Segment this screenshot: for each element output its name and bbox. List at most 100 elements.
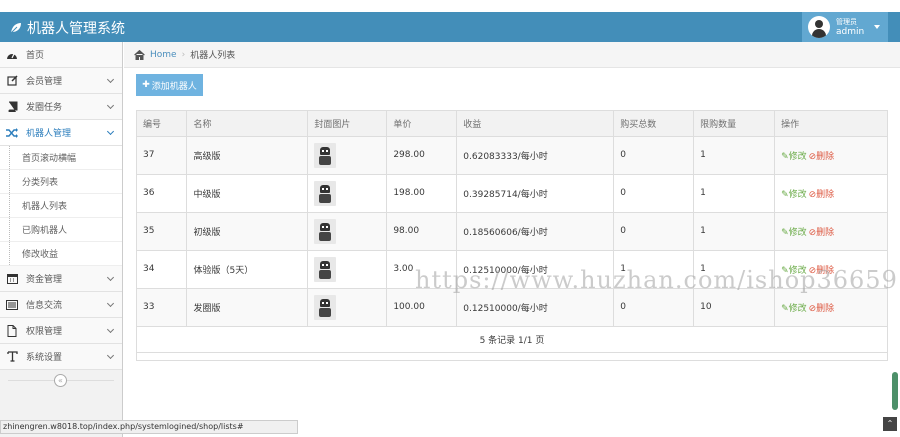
table-row: 37 高级版 298.00 0.62083333/每小时 0 1 ✎修改 ⊘删除: [137, 136, 888, 175]
edit-link[interactable]: ✎修改: [781, 190, 807, 200]
column-header: 限购数量: [693, 111, 776, 137]
column-header: 编号: [137, 111, 188, 137]
edit-link[interactable]: ✎修改: [781, 304, 807, 314]
sidebar-subitem-categories[interactable]: 分类列表: [0, 170, 122, 194]
status-url: zhinengren.w8018.top/index.php/systemlog…: [0, 420, 298, 434]
sidebar-item-home[interactable]: 首页: [0, 42, 122, 68]
chevron-down-icon: [106, 325, 115, 334]
cell-bought: 0: [613, 136, 695, 175]
pencil-icon: ✎: [781, 151, 789, 162]
cell-income: 0.62083333/每小时: [456, 136, 615, 175]
pager-row: 5 条记录 1/1 页: [137, 326, 888, 353]
breadcrumb-home[interactable]: Home: [150, 50, 177, 60]
pencil-icon: ✎: [781, 189, 789, 200]
column-header: 名称: [186, 111, 309, 137]
cell-name: 中级版: [186, 174, 309, 213]
breadcrumb: Home › 机器人列表: [124, 42, 900, 68]
column-header: 购买总数: [613, 111, 695, 137]
sidebar-collapse: «: [0, 369, 122, 391]
chevron-down-icon: [106, 299, 115, 308]
sidebar-subitem-purchased[interactable]: 已购机器人: [0, 218, 122, 242]
scroll-up-icon[interactable]: ⌃: [883, 417, 897, 431]
leaf-icon: [10, 23, 21, 34]
delete-link[interactable]: ⊘删除: [809, 228, 835, 238]
sidebar-item-funds[interactable]: 资金管理: [0, 266, 122, 292]
cell-income: 0.39285714/每小时: [456, 174, 615, 213]
column-header: 操作: [774, 111, 888, 137]
pencil-icon: ✎: [781, 303, 789, 314]
dashboard-icon: [6, 49, 18, 61]
edit-link[interactable]: ✎修改: [781, 228, 807, 238]
user-menu[interactable]: 管理员 admin: [802, 12, 888, 42]
table-row: 36 中级版 198.00 0.39285714/每小时 0 1 ✎修改 ⊘删除: [137, 174, 888, 213]
cell-id: 37: [137, 136, 188, 175]
add-robot-button[interactable]: ✚ 添加机器人: [136, 74, 203, 96]
home-icon: [134, 49, 145, 60]
sidebar: 首页 会员管理 发圈任务 机器人管理 首页滚动横幅 分类列表 机器人列表 已购机…: [0, 42, 123, 437]
navbar: 机器人管理系统 管理员 admin: [0, 12, 900, 42]
robot-thumbnail: [314, 180, 337, 206]
table-header-row: 编号 名称 封面图片 单价 收益 购买总数 限购数量 操作: [137, 111, 888, 137]
sidebar-item-tasks[interactable]: 发圈任务: [0, 94, 122, 120]
column-header: 单价: [386, 111, 458, 137]
list-icon: [6, 299, 18, 311]
cell-name: 发圈版: [186, 288, 309, 327]
caret-down-icon: [874, 25, 881, 29]
sidebar-subitem-edit-income[interactable]: 修改收益: [0, 242, 122, 266]
cell-limit: 1: [693, 212, 776, 251]
cell-limit: 1: [693, 174, 776, 213]
chevron-down-icon: [106, 101, 115, 110]
robot-thumbnail: [314, 256, 337, 282]
sidebar-subitem-banner[interactable]: 首页滚动横幅: [0, 146, 122, 170]
book-icon: [6, 101, 18, 113]
table-row: 35 初级版 98.00 0.18560606/每小时 0 1 ✎修改 ⊘删除: [137, 212, 888, 251]
chevron-down-icon: [106, 351, 115, 360]
chevron-down-icon: [106, 273, 115, 282]
cell-bought: 0: [613, 174, 695, 213]
chevron-down-icon: [106, 75, 115, 84]
delete-link[interactable]: ⊘删除: [809, 190, 835, 200]
collapse-icon[interactable]: «: [54, 374, 67, 387]
chevron-down-icon: [106, 127, 115, 136]
sidebar-item-robots[interactable]: 机器人管理: [0, 120, 122, 146]
cell-price: 198.00: [386, 174, 458, 213]
breadcrumb-separator-icon: ›: [181, 49, 186, 60]
robot-thumbnail: [314, 218, 337, 244]
edit-link[interactable]: ✎修改: [781, 152, 807, 162]
cell-id: 36: [137, 174, 188, 213]
calendar-icon: [6, 273, 18, 285]
cell-id: 34: [137, 250, 188, 289]
text-icon: [6, 351, 18, 363]
cell-limit: 1: [693, 136, 776, 175]
brand[interactable]: 机器人管理系统: [10, 18, 125, 38]
app-title: 机器人管理系统: [27, 21, 125, 37]
sidebar-item-members[interactable]: 会员管理: [0, 68, 122, 94]
cell-bought: 0: [613, 212, 695, 251]
delete-link[interactable]: ⊘删除: [809, 152, 835, 162]
watermark-text: https://www.huzhan.com/ishop36659: [415, 266, 898, 294]
sidebar-subitem-robot-list[interactable]: 机器人列表: [0, 194, 122, 218]
cell-name: 体验版（5天）: [186, 250, 309, 289]
sidebar-item-messages[interactable]: 信息交流: [0, 292, 122, 318]
user-role: 管理员: [836, 18, 857, 26]
cell-price: 298.00: [386, 136, 458, 175]
column-header: 封面图片: [307, 111, 388, 137]
robot-table: 编号 名称 封面图片 单价 收益 购买总数 限购数量 操作 37 高级版 298…: [136, 110, 888, 361]
pager-text: 5 条记录 1/1 页: [137, 326, 888, 353]
shuffle-icon: [6, 127, 18, 139]
file-icon: [6, 324, 18, 337]
delete-link[interactable]: ⊘删除: [809, 304, 835, 314]
cell-income: 0.18560606/每小时: [456, 212, 615, 251]
robot-thumbnail: [314, 294, 337, 320]
cell-name: 初级版: [186, 212, 309, 251]
sidebar-item-settings[interactable]: 系统设置: [0, 344, 122, 370]
top-strip: [0, 0, 900, 12]
cell-id: 35: [137, 212, 188, 251]
sidebar-item-permissions[interactable]: 权限管理: [0, 318, 122, 344]
breadcrumb-current: 机器人列表: [190, 51, 236, 61]
avatar: [808, 16, 830, 38]
column-header: 收益: [456, 111, 615, 137]
user-name: admin: [836, 27, 865, 37]
pencil-icon: ✎: [781, 227, 789, 238]
cell-name: 高级版: [186, 136, 309, 175]
